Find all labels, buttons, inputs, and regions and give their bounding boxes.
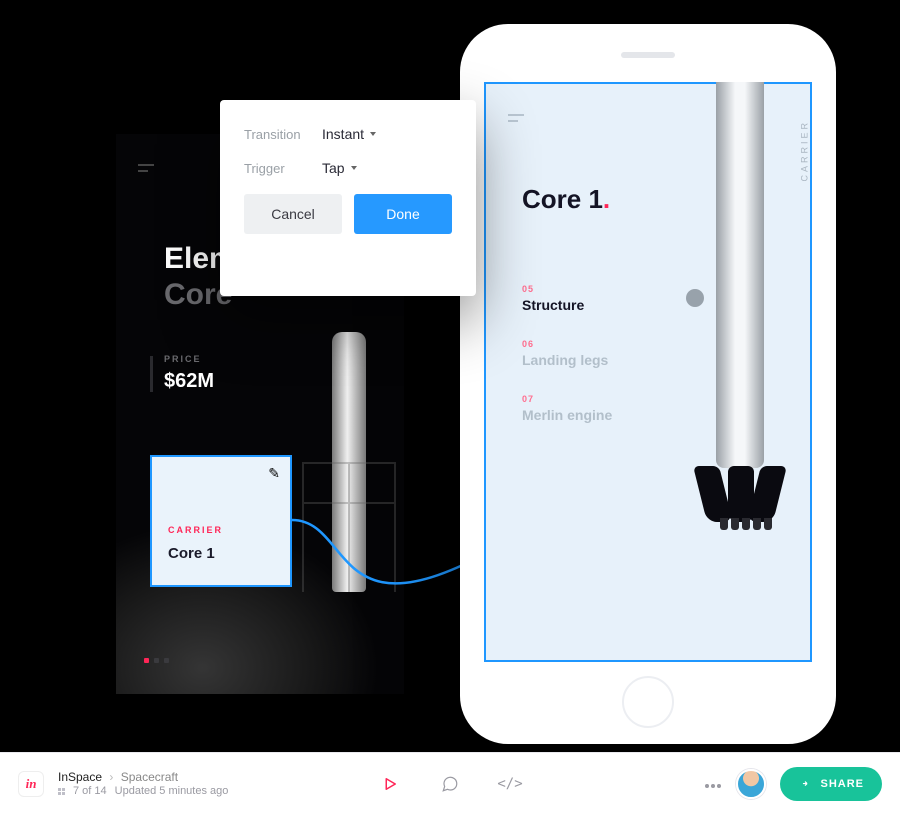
transition-select[interactable]: Instant bbox=[322, 126, 376, 142]
hotspot-card[interactable]: ✎ CARRIER Core 1 bbox=[150, 455, 292, 587]
breadcrumb: InSpace › Spacecraft 7 of 14 Updated 5 m… bbox=[58, 770, 228, 799]
device-home-button[interactable] bbox=[622, 676, 674, 728]
edit-icon[interactable]: ✎ bbox=[268, 465, 280, 482]
device-frame: CARRIER Core 1. 05 Structure 06 Landing … bbox=[460, 24, 836, 744]
price-block: PRICE $62M bbox=[164, 354, 214, 393]
core-title: Core 1. bbox=[522, 184, 610, 215]
chevron-down-icon bbox=[351, 166, 357, 170]
trigger-select[interactable]: Tap bbox=[322, 160, 357, 176]
trigger-label: Trigger bbox=[244, 161, 322, 176]
list-item[interactable]: 07 Merlin engine bbox=[522, 394, 612, 423]
avatar[interactable] bbox=[736, 769, 766, 799]
center-toolbar: </> bbox=[380, 774, 520, 794]
cancel-button[interactable]: Cancel bbox=[244, 194, 342, 234]
item-label: Structure bbox=[522, 297, 612, 313]
breadcrumb-separator: › bbox=[109, 770, 113, 784]
done-button[interactable]: Done bbox=[354, 194, 452, 234]
code-icon[interactable]: </> bbox=[500, 774, 520, 794]
section-list: 05 Structure 06 Landing legs 07 Merlin e… bbox=[522, 284, 612, 449]
price-label: PRICE bbox=[164, 354, 214, 364]
hotspot-category: CARRIER bbox=[168, 525, 223, 535]
app-bar: in InSpace › Spacecraft 7 of 14 Updated … bbox=[0, 752, 900, 815]
grid-icon[interactable] bbox=[58, 788, 65, 795]
updated-label: Updated 5 minutes ago bbox=[115, 785, 229, 799]
play-icon[interactable] bbox=[380, 774, 400, 794]
page-dots[interactable] bbox=[144, 650, 174, 668]
list-item[interactable]: 06 Landing legs bbox=[522, 339, 612, 368]
hotspot-label: Core 1 bbox=[168, 545, 215, 562]
share-label: SHARE bbox=[820, 778, 864, 790]
artboard-light[interactable]: CARRIER Core 1. 05 Structure 06 Landing … bbox=[484, 82, 812, 662]
share-button[interactable]: SHARE bbox=[780, 767, 882, 801]
section-name[interactable]: Spacecraft bbox=[121, 770, 178, 784]
rocket-small-graphic bbox=[332, 332, 366, 592]
item-number: 07 bbox=[522, 394, 612, 404]
screen-position: 7 of 14 bbox=[73, 785, 107, 799]
chevron-down-icon bbox=[370, 132, 376, 136]
core-title-text: Core 1 bbox=[522, 184, 603, 214]
project-name[interactable]: InSpace bbox=[58, 770, 102, 784]
transition-popover: Transition Instant Trigger Tap Cancel Do… bbox=[220, 100, 476, 296]
canvas-stage: Eleme Core PRICE $62M ✎ CARRIER Core 1 T… bbox=[0, 0, 900, 752]
item-number: 05 bbox=[522, 284, 612, 294]
share-arrow-icon bbox=[798, 777, 812, 791]
vertical-label: CARRIER bbox=[800, 120, 810, 182]
item-label: Merlin engine bbox=[522, 407, 612, 423]
transition-value: Instant bbox=[322, 126, 364, 142]
menu-icon[interactable] bbox=[508, 114, 524, 126]
item-number: 06 bbox=[522, 339, 612, 349]
comment-icon[interactable] bbox=[440, 774, 460, 794]
price-value: $62M bbox=[164, 370, 214, 393]
device-earpiece bbox=[621, 52, 675, 58]
scroll-indicator[interactable] bbox=[686, 289, 704, 307]
invision-logo[interactable]: in bbox=[18, 771, 44, 797]
item-label: Landing legs bbox=[522, 352, 612, 368]
transition-label: Transition bbox=[244, 127, 322, 142]
trigger-value: Tap bbox=[322, 160, 345, 176]
right-toolbar: SHARE bbox=[704, 767, 882, 801]
rocket-big-graphic bbox=[704, 84, 776, 514]
list-item[interactable]: 05 Structure bbox=[522, 284, 612, 313]
menu-icon[interactable] bbox=[138, 164, 154, 176]
more-icon[interactable] bbox=[704, 775, 722, 793]
